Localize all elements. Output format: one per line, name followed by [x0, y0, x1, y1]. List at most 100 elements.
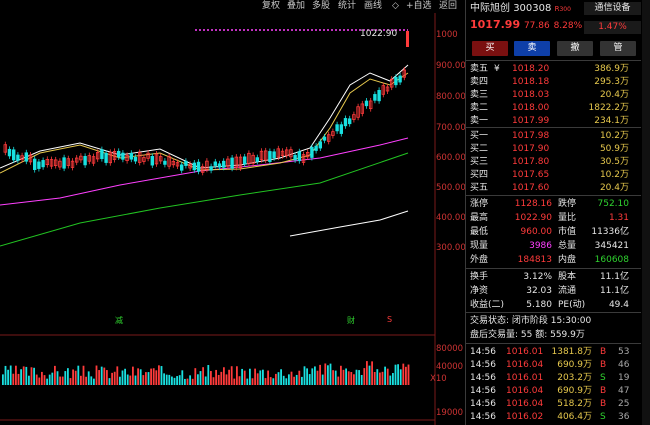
ask-row[interactable]: 卖四 1018.18 295.3万: [466, 75, 641, 89]
stat-label: 现量: [470, 241, 489, 251]
toolbar-fuquan-button[interactable]: 复权: [262, 0, 280, 13]
tick-price: 1016.04: [506, 399, 544, 409]
tick-row[interactable]: 14:56 1016.04 690.9万 B 47: [466, 384, 641, 398]
stock-name: 中际旭创: [470, 3, 510, 14]
bid-volume: 10.2万: [599, 131, 629, 141]
ask-row[interactable]: 卖三 1018.03 20.4万: [466, 88, 641, 102]
stat-value: 3986: [529, 241, 552, 251]
stat-value: 49.4: [608, 300, 629, 310]
panel-scrollbar[interactable]: [642, 0, 650, 425]
tick-count: 19: [618, 373, 630, 383]
tick-price: 1016.01: [506, 347, 544, 357]
ask-volume: 386.9万: [594, 64, 629, 74]
tick-time: 14:56: [470, 399, 496, 409]
diamond-icon[interactable]: ◇: [392, 0, 399, 13]
stats-row: 现量 3986 总量 345421: [466, 239, 641, 253]
bid-row[interactable]: 买二 1017.90 50.9万: [466, 142, 641, 156]
buy-button[interactable]: 买: [472, 41, 508, 56]
ask-flag: ¥: [494, 64, 500, 74]
stock-title: 中际旭创 300308 R300: [470, 2, 571, 16]
tick-row[interactable]: 14:56 1016.04 518.2万 B 25: [466, 397, 641, 411]
stat-value: 960.00: [520, 227, 553, 237]
ask-volume: 20.4万: [599, 90, 629, 100]
stat-label: 收益(二): [470, 300, 505, 310]
bid-volume: 20.4万: [599, 183, 629, 193]
stat-value: 11336亿: [591, 227, 629, 237]
stat-value: 1022.90: [514, 213, 552, 223]
stat-value: 752.10: [597, 199, 630, 209]
tick-time: 14:56: [470, 360, 496, 370]
tick-row[interactable]: 14:56 1016.01 203.2万 S 19: [466, 371, 641, 385]
stock-badge-sub: 300: [559, 6, 571, 13]
tick-row[interactable]: 14:56 1016.01 1381.8万 B 53: [466, 345, 641, 359]
toolbar-add-watch-button[interactable]: +自选: [406, 0, 432, 13]
stat-value: 160608: [594, 255, 629, 265]
tick-side: B: [600, 360, 607, 370]
trade-status: 交易状态: 闭市阶段 15:30:00: [470, 316, 592, 326]
sell-button[interactable]: 卖: [514, 41, 550, 56]
ask-price: 1018.03: [512, 90, 550, 100]
toolbar-overlay-button[interactable]: 叠加: [287, 0, 305, 13]
stat-label: 外盘: [470, 255, 489, 265]
tick-row[interactable]: 14:56 1016.02 406.4万 S 36: [466, 410, 641, 424]
bid-row[interactable]: 买四 1017.65 10.2万: [466, 168, 641, 182]
bid-label: 买五: [470, 183, 489, 193]
bid-price: 1017.60: [512, 183, 550, 193]
event-marker-reduce[interactable]: 减: [115, 315, 123, 326]
manage-button[interactable]: 管: [600, 41, 636, 56]
bid-volume: 50.9万: [599, 144, 629, 154]
kline-chart[interactable]: [0, 13, 465, 425]
bid-row[interactable]: 买一 1017.98 10.2万: [466, 129, 641, 143]
bid-row[interactable]: 买三 1017.80 30.5万: [466, 155, 641, 169]
stat-value: 5.180: [526, 300, 552, 310]
stat-value: 11.1亿: [599, 286, 629, 296]
tick-price: 1016.01: [506, 373, 544, 383]
stat-label: 最低: [470, 227, 489, 237]
tick-price: 1016.04: [506, 360, 544, 370]
tick-row[interactable]: 14:56 1016.04 690.9万 B 46: [466, 358, 641, 372]
toolbar-multistock-button[interactable]: 多股: [312, 0, 330, 13]
bid-volume: 30.5万: [599, 157, 629, 167]
volume-scale-label: X10: [430, 374, 447, 384]
price-change-pct: 8.28%: [553, 21, 583, 31]
stat-value: 345421: [594, 241, 629, 251]
event-marker-sell[interactable]: S: [387, 315, 392, 324]
ask-row[interactable]: 卖五 ¥1018.20 386.9万: [466, 62, 641, 76]
tick-side: B: [600, 386, 607, 396]
tick-time: 14:56: [470, 373, 496, 383]
bid-row[interactable]: 买五 1017.60 20.4万: [466, 181, 641, 195]
toolbar-back-button[interactable]: 返回: [439, 0, 457, 13]
stock-code: 300308: [513, 3, 552, 14]
tick-count: 25: [618, 399, 630, 409]
tick-count: 36: [618, 412, 630, 422]
tick-side: B: [600, 347, 607, 357]
tick-volume: 690.9万: [557, 360, 592, 370]
stat-label: 量比: [558, 213, 577, 223]
quote-panel: 中际旭创 300308 R300 通信设备 1017.99 77.86 8.28…: [465, 0, 650, 425]
bid-price: 1017.90: [512, 144, 550, 154]
ask-price: 1017.99: [512, 116, 550, 126]
stat-label: 股本: [558, 272, 577, 282]
stats-row: 最高 1022.90 量比 1.31: [466, 211, 641, 225]
event-marker-finance[interactable]: 财: [347, 315, 355, 326]
toolbar-stats-button[interactable]: 统计: [338, 0, 356, 13]
ask-row[interactable]: 卖一 1017.99 234.1万: [466, 114, 641, 128]
tick-volume: 1381.8万: [551, 347, 593, 357]
stat-value: 32.03: [526, 286, 552, 296]
stats-row: 净资 32.03 流通 11.1亿: [466, 284, 641, 298]
ask-row[interactable]: 卖二 1018.00 1822.2万: [466, 101, 641, 115]
tick-side: S: [600, 412, 606, 422]
sector-change-pct: 1.47%: [584, 21, 641, 34]
bid-label: 买一: [470, 131, 489, 141]
ask-volume: 234.1万: [594, 116, 629, 126]
ask-label: 卖五: [470, 64, 489, 74]
sector-button[interactable]: 通信设备: [584, 2, 641, 15]
toolbar-draw-button[interactable]: 画线: [364, 0, 382, 13]
cancel-order-button[interactable]: 撤: [557, 41, 593, 56]
stat-value: 1128.16: [514, 199, 552, 209]
after-hours-volume: 盘后交易量: 55 额: 559.9万: [470, 330, 585, 340]
stat-label: 流通: [558, 286, 577, 296]
bid-price: 1017.80: [512, 157, 550, 167]
stats-row: 涨停 1128.16 跌停 752.10: [466, 197, 641, 211]
current-price: 1017.99: [470, 18, 521, 31]
